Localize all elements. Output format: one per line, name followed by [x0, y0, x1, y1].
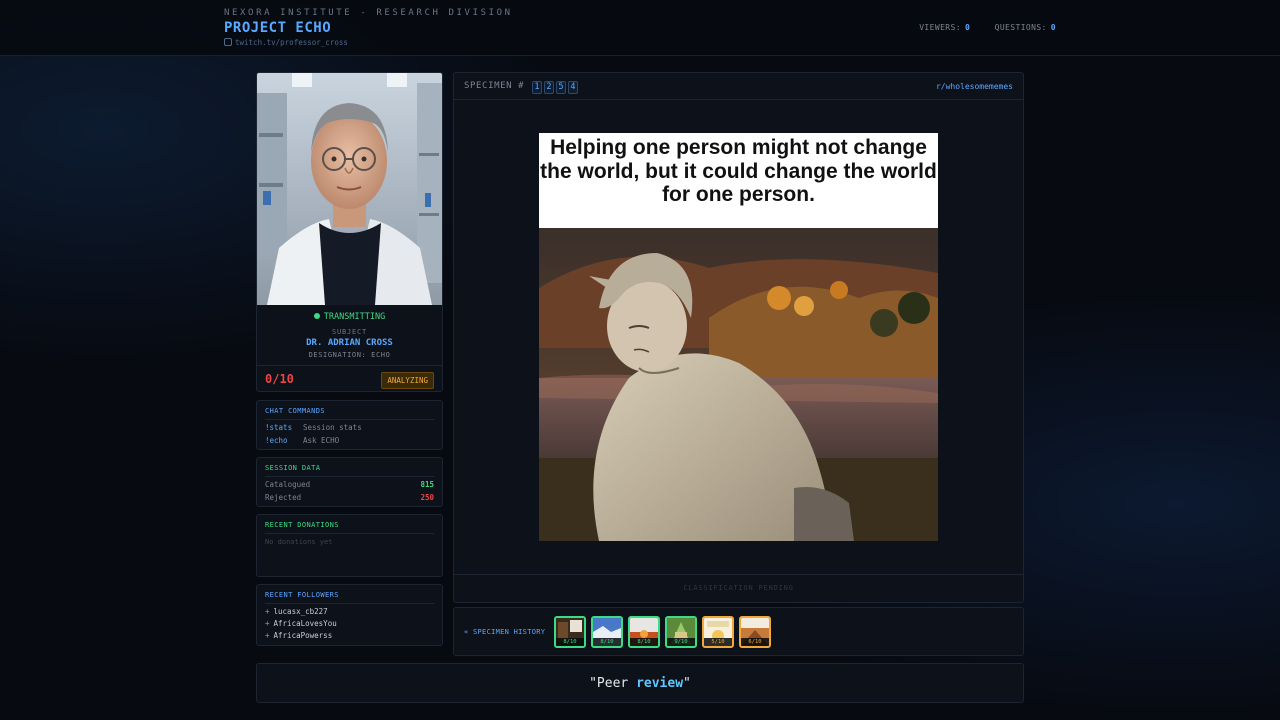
catalogued-value: 815 [420, 480, 434, 489]
command-name: !echo [265, 436, 288, 445]
score-value: 0/10 [265, 372, 294, 386]
top-bar: NEXORA INSTITUTE - RESEARCH DIVISION PRO… [0, 0, 1280, 56]
follower-name: AfricaPowerss [273, 631, 333, 640]
follower-name: lucasx_cb227 [273, 607, 328, 616]
viewers-count: 0 [964, 23, 971, 32]
status-text: TRANSMITTING [323, 312, 386, 322]
subject-name: DR. ADRIAN CROSS [306, 338, 393, 348]
session-data-panel: SESSION DATA Catalogued 815 Rejected 250 [256, 457, 443, 507]
channel-link[interactable]: twitch.tv/professor_cross [224, 38, 348, 47]
donations-title: RECENT DONATIONS [265, 521, 434, 534]
quote-open: "Peer [589, 676, 637, 691]
follower-item: + AfricaLovesYou [265, 619, 337, 628]
history-thumb[interactable]: 5/10 [702, 616, 734, 648]
transmit-status: TRANSMITTING [257, 312, 442, 322]
subject-photo [257, 73, 442, 305]
viewers-label: VIEWERS: [919, 23, 961, 32]
twitch-icon [224, 38, 232, 46]
catalogued-row: Catalogued 815 [265, 480, 434, 489]
rejected-row: Rejected 250 [265, 493, 434, 502]
follower-name: AfricaLovesYou [273, 619, 337, 628]
followers-panel: RECENT FOLLOWERS + lucasx_cb227 + AfricaLo… [256, 584, 443, 646]
command-desc: Ask ECHO [303, 436, 340, 445]
history-score: 8/10 [593, 638, 621, 646]
score-row: 0/10 ANALYZING [257, 365, 442, 391]
command-name: !stats [265, 423, 293, 432]
donations-empty: No donations yet [265, 538, 333, 546]
channel-url[interactable]: twitch.tv/professor_cross [235, 38, 348, 47]
rejected-label: Rejected [265, 493, 302, 502]
quote-close: " [683, 676, 691, 691]
donations-panel: RECENT DONATIONS No donations yet [256, 514, 443, 577]
specimen-digit: 2 [544, 81, 555, 94]
chat-commands-title: CHAT COMMANDS [265, 407, 434, 420]
org-name: NEXORA INSTITUTE - RESEARCH DIVISION [224, 8, 513, 18]
rejected-value: 250 [420, 493, 434, 502]
command-desc: Session stats [303, 423, 362, 432]
subject-designation: DESIGNATION: ECHO [308, 351, 391, 359]
history-thumb[interactable]: 8/10 [628, 616, 660, 648]
specimen-id: SPECIMEN # 1254 [464, 81, 579, 94]
specimen-meme: Helping one person might not change the … [539, 133, 938, 541]
follower-item: + AfricaPowerss [265, 631, 333, 640]
history-thumb[interactable]: 8/10 [554, 616, 586, 648]
specimen-digit: 5 [556, 81, 567, 94]
subject-label: SUBJECT [331, 328, 368, 336]
questions-label: QUESTIONS: [994, 23, 1047, 32]
specimen-source[interactable]: r/wholesomememes [936, 82, 1013, 91]
classification-status: CLASSIFICATION PENDING [454, 574, 1023, 602]
history-score: 6/10 [741, 638, 769, 646]
history-score: 8/10 [556, 638, 584, 646]
status-badge: ANALYZING [381, 372, 434, 389]
meme-caption: Helping one person might not change the … [539, 133, 938, 227]
peer-review-quote: "Peer review" [256, 663, 1024, 703]
history-thumb[interactable]: 9/10 [665, 616, 697, 648]
session-data-title: SESSION DATA [265, 464, 434, 477]
quote-highlight: review [636, 676, 684, 691]
command-row: !stats Session stats [265, 423, 434, 432]
command-row: !echo Ask ECHO [265, 436, 434, 445]
specimen-label: SPECIMEN # [464, 81, 525, 91]
chat-commands-panel: CHAT COMMANDS !stats Session stats !echo A… [256, 400, 443, 450]
history-score: 5/10 [704, 638, 732, 646]
project-title: PROJECT ECHO [224, 20, 332, 36]
followers-title: RECENT FOLLOWERS [265, 591, 434, 604]
history-score: 8/10 [630, 638, 658, 646]
meme-artwork [539, 228, 938, 541]
specimen-digit: 1 [532, 81, 543, 94]
specimen-panel: SPECIMEN # 1254 r/wholesomememes Helping… [453, 72, 1024, 603]
specimen-history-panel: « SPECIMEN HISTORY 8/10 8/10 8/10 9/10 5… [453, 607, 1024, 656]
follower-item: + lucasx_cb227 [265, 607, 328, 616]
subject-card: TRANSMITTING SUBJECT DR. ADRIAN CROSS DE… [256, 72, 443, 392]
specimen-digit: 4 [568, 81, 579, 94]
specimen-header: SPECIMEN # 1254 r/wholesomememes [454, 73, 1023, 100]
catalogued-label: Catalogued [265, 480, 311, 489]
history-label[interactable]: « SPECIMEN HISTORY [464, 628, 545, 636]
stream-stats: VIEWERS: 0 QUESTIONS: 0 [919, 23, 1056, 32]
history-score: 9/10 [667, 638, 695, 646]
questions-count: 0 [1050, 23, 1056, 32]
history-thumb[interactable]: 6/10 [739, 616, 771, 648]
history-thumb[interactable]: 8/10 [591, 616, 623, 648]
live-dot-icon [313, 313, 320, 319]
